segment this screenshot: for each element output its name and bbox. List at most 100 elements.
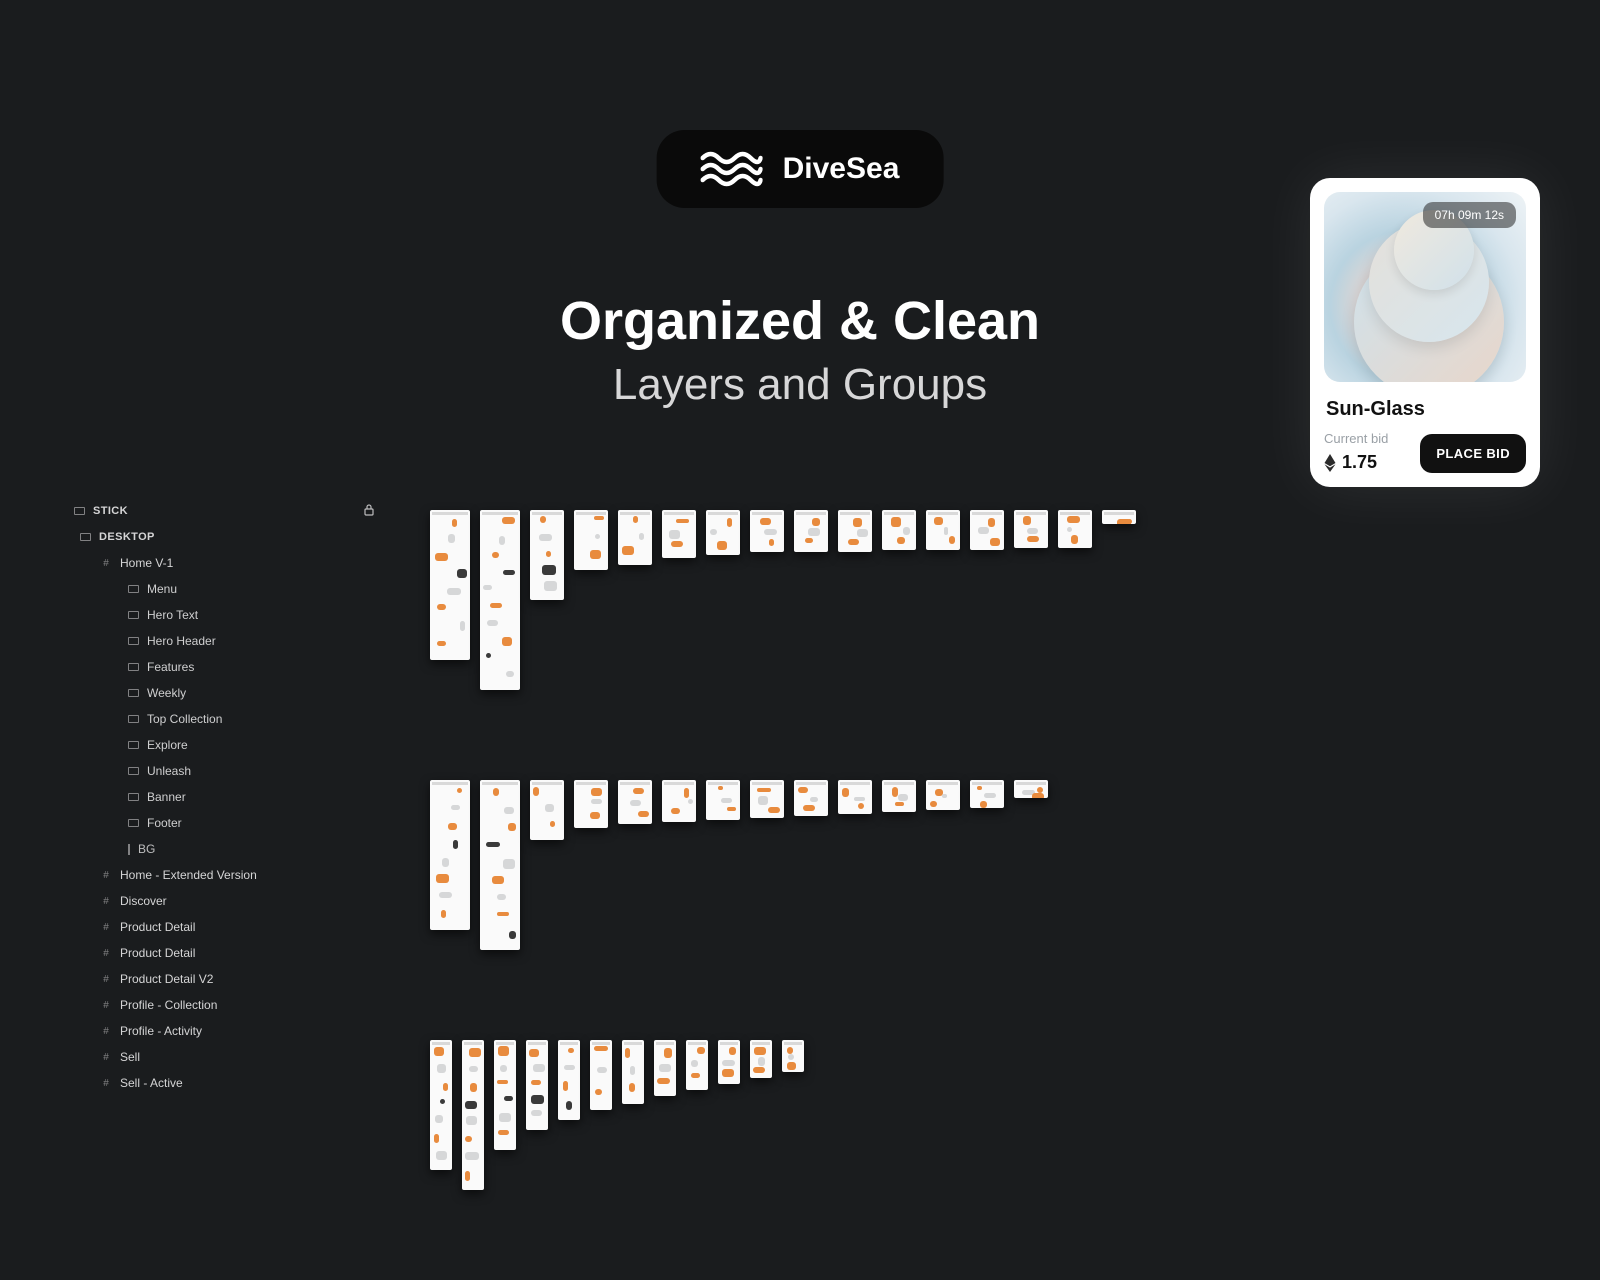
artboard-thumb[interactable] [882, 780, 916, 812]
layer-frame[interactable]: Home - Extended Version [74, 862, 384, 888]
artboard-thumb[interactable] [526, 1040, 548, 1130]
brand-pill: DiveSea [657, 130, 944, 208]
bid-label: Current bid [1324, 431, 1388, 446]
artboard-thumb[interactable] [622, 1040, 644, 1104]
layer-item[interactable]: Hero Header [74, 628, 384, 654]
artboard-thumb[interactable] [782, 1040, 804, 1072]
frame-icon [74, 507, 85, 515]
artboard-thumb[interactable] [590, 1040, 612, 1110]
group-icon [128, 689, 139, 697]
artboard-thumb[interactable] [618, 780, 652, 824]
thumb-row-3 [430, 1040, 1170, 1190]
layer-item[interactable]: Top Collection [74, 706, 384, 732]
nft-image: 07h 09m 12s [1324, 192, 1526, 382]
layer-bg[interactable]: BG [74, 836, 384, 862]
artboard-thumbnails [430, 510, 1170, 1280]
artboard-thumb[interactable] [558, 1040, 580, 1120]
artboard-thumb[interactable] [718, 1040, 740, 1084]
artboard-thumb[interactable] [686, 1040, 708, 1090]
artboard-thumb[interactable] [574, 780, 608, 828]
artboard-thumb[interactable] [574, 510, 608, 570]
artboard-thumb[interactable] [1014, 510, 1048, 548]
artboard-thumb[interactable] [750, 780, 784, 818]
nft-card: 07h 09m 12s Sun-Glass Current bid 1.75 P… [1310, 178, 1540, 487]
group-icon [128, 663, 139, 671]
artboard-thumb[interactable] [654, 1040, 676, 1096]
layers-panel[interactable]: STICK DESKTOP Home V-1 Menu Hero Text He… [74, 498, 384, 1096]
artboard-thumb[interactable] [430, 1040, 452, 1170]
hash-icon [100, 869, 112, 881]
artboard-thumb[interactable] [750, 510, 784, 552]
layer-item[interactable]: Weekly [74, 680, 384, 706]
artboard-thumb[interactable] [926, 780, 960, 810]
layer-item[interactable]: Hero Text [74, 602, 384, 628]
thumb-row-2 [430, 780, 1170, 950]
thumb-row-1 [430, 510, 1170, 690]
layer-frame[interactable]: Product Detail [74, 914, 384, 940]
layer-desktop[interactable]: DESKTOP [74, 524, 384, 550]
artboard-thumb[interactable] [662, 510, 696, 558]
group-icon [128, 819, 139, 827]
rect-icon [128, 844, 130, 855]
hash-icon [100, 895, 112, 907]
ethereum-icon [1324, 454, 1336, 472]
artboard-thumb[interactable] [1014, 780, 1048, 798]
layer-stick[interactable]: STICK [74, 498, 384, 524]
layer-frame[interactable]: Product Detail [74, 940, 384, 966]
layer-frame[interactable]: Product Detail V2 [74, 966, 384, 992]
artboard-thumb[interactable] [430, 780, 470, 930]
artboard-thumb[interactable] [1058, 510, 1092, 548]
lock-icon [364, 504, 374, 519]
layer-frame[interactable]: Home V-1 [74, 550, 384, 576]
artboard-thumb[interactable] [662, 780, 696, 822]
wave-logo-icon [701, 150, 763, 188]
bid-value: 1.75 [1342, 452, 1377, 473]
artboard-thumb[interactable] [794, 780, 828, 816]
artboard-thumb[interactable] [882, 510, 916, 550]
layer-frame[interactable]: Sell - Active [74, 1070, 384, 1096]
layer-frame[interactable]: Profile - Activity [74, 1018, 384, 1044]
nft-title: Sun-Glass [1326, 398, 1524, 421]
artboard-thumb[interactable] [838, 510, 872, 552]
artboard-thumb[interactable] [462, 1040, 484, 1190]
artboard-thumb[interactable] [530, 510, 564, 600]
artboard-thumb[interactable] [794, 510, 828, 552]
artboard-thumb[interactable] [926, 510, 960, 550]
artboard-thumb[interactable] [706, 510, 740, 555]
artboard-thumb[interactable] [530, 780, 564, 840]
layer-item[interactable]: Banner [74, 784, 384, 810]
place-bid-button[interactable]: PLACE BID [1420, 434, 1526, 473]
layer-frame[interactable]: Discover [74, 888, 384, 914]
artboard-thumb[interactable] [1102, 510, 1136, 524]
hash-icon [100, 947, 112, 959]
artboard-thumb[interactable] [706, 780, 740, 820]
hash-icon [100, 1077, 112, 1089]
brand-name: DiveSea [783, 152, 900, 186]
frame-icon [80, 533, 91, 541]
hash-icon [100, 999, 112, 1011]
artboard-thumb[interactable] [480, 780, 520, 950]
hash-icon [100, 921, 112, 933]
artboard-thumb[interactable] [430, 510, 470, 660]
artboard-thumb[interactable] [970, 780, 1004, 808]
artboard-thumb[interactable] [618, 510, 652, 565]
hash-icon [100, 557, 112, 569]
hash-icon [100, 1051, 112, 1063]
layer-item[interactable]: Unleash [74, 758, 384, 784]
group-icon [128, 715, 139, 723]
layer-item[interactable]: Features [74, 654, 384, 680]
layer-frame[interactable]: Profile - Collection [74, 992, 384, 1018]
group-icon [128, 611, 139, 619]
group-icon [128, 741, 139, 749]
hash-icon [100, 973, 112, 985]
group-icon [128, 767, 139, 775]
artboard-thumb[interactable] [970, 510, 1004, 550]
layer-item[interactable]: Explore [74, 732, 384, 758]
layer-frame[interactable]: Sell [74, 1044, 384, 1070]
layer-item[interactable]: Footer [74, 810, 384, 836]
artboard-thumb[interactable] [750, 1040, 772, 1078]
artboard-thumb[interactable] [494, 1040, 516, 1150]
artboard-thumb[interactable] [480, 510, 520, 690]
layer-item[interactable]: Menu [74, 576, 384, 602]
artboard-thumb[interactable] [838, 780, 872, 814]
